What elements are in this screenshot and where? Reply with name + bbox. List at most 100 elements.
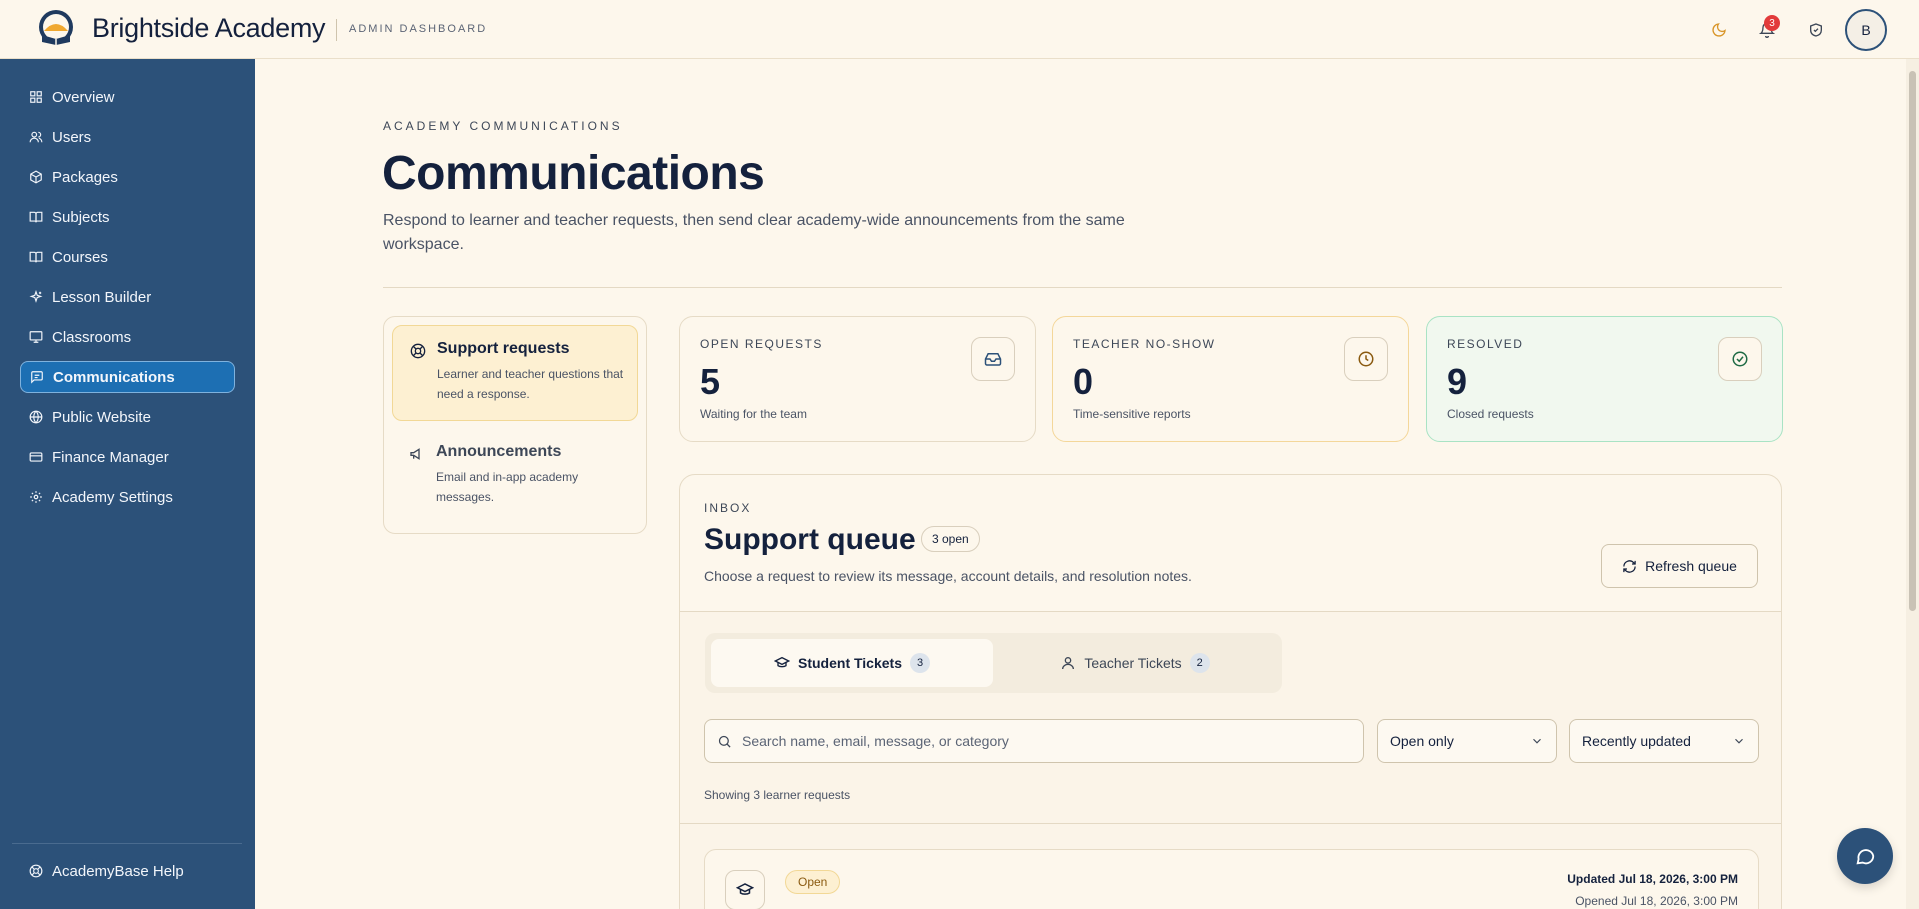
open-count-badge: 3 open [921, 526, 980, 552]
message-icon [30, 370, 44, 384]
tab-description: Learner and teacher questions that need … [437, 367, 624, 401]
sidebar-item-classrooms[interactable]: Classrooms [20, 321, 235, 353]
tab-support-requests[interactable]: Support requests Learner and teacher que… [392, 325, 638, 421]
segment-count: 3 [910, 653, 930, 673]
ticket-opened: Opened Jul 18, 2026, 3:00 PM [1575, 894, 1738, 908]
sidebar-item-academy-settings[interactable]: Academy Settings [20, 481, 235, 513]
graduation-cap-icon [725, 870, 765, 909]
sidebar-item-packages[interactable]: Packages [20, 161, 235, 193]
chevron-down-icon [1530, 734, 1544, 748]
sidebar-item-subjects[interactable]: Subjects [20, 201, 235, 233]
stat-description: Closed requests [1447, 407, 1534, 421]
sidebar-item-label: Lesson Builder [52, 288, 152, 306]
status-filter-select[interactable]: Open only [1377, 719, 1557, 763]
tab-description: Email and in-app academy messages. [436, 470, 579, 504]
page-title: Communications [382, 147, 765, 200]
notification-badge: 3 [1764, 15, 1780, 31]
grid-icon [29, 90, 43, 104]
top-header: Brightside Academy ADMIN DASHBOARD 3 B [0, 0, 1919, 59]
scrollbar-thumb[interactable] [1909, 71, 1916, 611]
users-icon [29, 130, 43, 144]
sidebar-item-label: Subjects [52, 208, 110, 226]
tab-announcements[interactable]: Announcements Email and in-app academy m… [392, 429, 638, 525]
brand-logo-icon[interactable] [36, 9, 76, 49]
sidebar-item-public-website[interactable]: Public Website [20, 401, 235, 433]
sidebar-item-label: Finance Manager [52, 448, 169, 466]
check-circle-icon [1718, 337, 1762, 381]
segment-count: 2 [1189, 653, 1210, 673]
stat-open-requests: OPEN REQUESTS 5 Waiting for the team [679, 316, 1036, 442]
sidebar-item-label: Communications [53, 368, 175, 386]
support-queue-description: Choose a request to review its message, … [704, 568, 1192, 584]
refresh-queue-button[interactable]: Refresh queue [1601, 544, 1758, 588]
status-badge: Open [785, 870, 841, 894]
status-filter-value: Open only [1390, 733, 1454, 749]
section-divider [383, 287, 1782, 288]
segment-label: Student Tickets [798, 655, 902, 671]
megaphone-icon [409, 446, 425, 462]
sidebar-item-communications[interactable]: Communications [20, 361, 235, 393]
inbox-eyebrow: INBOX [704, 501, 752, 515]
communications-tabs: Support requests Learner and teacher que… [383, 316, 647, 534]
sidebar-item-label: Courses [52, 248, 108, 266]
page-eyebrow: ACADEMY COMMUNICATIONS [383, 119, 623, 133]
wallet-icon [29, 450, 43, 464]
sidebar-item-label: Public Website [52, 408, 151, 426]
sidebar: Overview Users Packages Subjects Courses… [0, 59, 255, 909]
sidebar-item-label: Packages [52, 168, 118, 186]
refresh-queue-label: Refresh queue [1645, 558, 1737, 574]
user-icon [1060, 655, 1076, 671]
search-input[interactable] [742, 733, 1342, 749]
lifebuoy-icon [410, 343, 426, 359]
clock-icon [1344, 337, 1388, 381]
sort-select[interactable]: Recently updated [1569, 719, 1759, 763]
sidebar-help-link[interactable]: AcademyBase Help [20, 855, 235, 887]
page-description: Respond to learner and teacher requests,… [383, 212, 1125, 253]
book-open-icon [29, 250, 43, 264]
shield-check-icon[interactable] [1804, 18, 1828, 42]
segment-label: Teacher Tickets [1084, 655, 1182, 671]
stat-description: Waiting for the team [700, 407, 807, 421]
package-icon [29, 170, 43, 184]
sidebar-help-label: AcademyBase Help [52, 862, 184, 880]
sidebar-item-label: Academy Settings [52, 488, 173, 506]
stat-teacher-no-show: TEACHER NO-SHOW 0 Time-sensitive reports [1052, 316, 1409, 442]
page-scrollbar[interactable] [1906, 59, 1919, 909]
sidebar-item-lesson-builder[interactable]: Lesson Builder [20, 281, 235, 313]
book-icon [29, 210, 43, 224]
sidebar-divider [12, 843, 242, 844]
chevron-down-icon [1732, 734, 1746, 748]
results-count: Showing 3 learner requests [704, 788, 851, 802]
brand-divider [336, 19, 337, 41]
sidebar-item-label: Classrooms [52, 328, 132, 346]
sidebar-item-overview[interactable]: Overview [20, 81, 235, 113]
moon-icon[interactable] [1707, 18, 1731, 42]
stat-description: Time-sensitive reports [1073, 407, 1191, 421]
inbox-icon [971, 337, 1015, 381]
sidebar-item-label: Users [52, 128, 92, 146]
sidebar-item-finance-manager[interactable]: Finance Manager [20, 441, 235, 473]
avatar[interactable]: B [1845, 9, 1887, 51]
gear-icon [29, 490, 43, 504]
tab-student-tickets[interactable]: Student Tickets 3 [711, 639, 993, 687]
stat-resolved: RESOLVED 9 Closed requests [1426, 316, 1783, 442]
chat-button[interactable] [1837, 828, 1893, 884]
tab-teacher-tickets[interactable]: Teacher Tickets 2 [994, 639, 1276, 687]
ticket-updated: Updated Jul 18, 2026, 3:00 PM [1567, 872, 1738, 886]
monitor-icon [29, 330, 43, 344]
globe-icon [29, 410, 43, 424]
list-item[interactable]: Open Updated Jul 18, 2026, 3:00 PM Opene… [704, 849, 1759, 909]
sparkles-icon [29, 290, 43, 304]
sidebar-item-courses[interactable]: Courses [20, 241, 235, 273]
sidebar-item-users[interactable]: Users [20, 121, 235, 153]
search-icon [717, 734, 732, 749]
sort-value: Recently updated [1582, 733, 1691, 749]
ticket-type-toggle: Student Tickets 3 Teacher Tickets 2 [705, 633, 1282, 693]
lifebuoy-icon [29, 864, 43, 878]
graduation-cap-icon [774, 655, 790, 671]
brand-name[interactable]: Brightside Academy [92, 13, 326, 44]
support-queue-title: Support queue [704, 523, 916, 556]
search-field[interactable] [704, 719, 1364, 763]
refresh-icon [1622, 559, 1637, 574]
inbox-body: Student Tickets 3 Teacher Tickets 2 Open… [680, 612, 1781, 909]
